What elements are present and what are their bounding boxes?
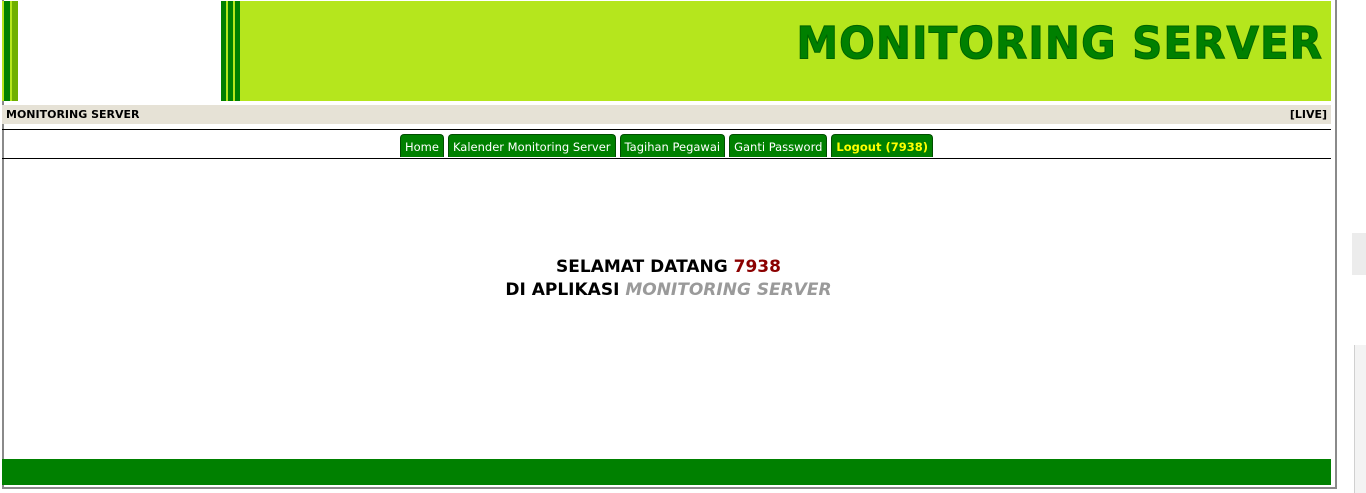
scrollbar-track[interactable] — [1354, 345, 1366, 493]
nav-tagihan-pegawai[interactable]: Tagihan Pegawai — [619, 134, 726, 157]
welcome-greeting: SELAMAT DATANG — [556, 257, 728, 277]
app-title: MONITORING SERVER — [796, 17, 1323, 70]
page-edge-strip — [1352, 233, 1366, 275]
live-status-badge: [LIVE] — [1289, 108, 1327, 121]
info-bar: MONITORING SERVER [LIVE] — [2, 105, 1331, 124]
nav-home[interactable]: Home — [400, 134, 444, 157]
info-bar-app-name: MONITORING SERVER — [6, 108, 140, 121]
welcome-line-2: DI APLIKASI MONITORING SERVER — [0, 279, 1337, 302]
header-banner: MONITORING SERVER — [2, 1, 1331, 101]
nav-kalender-monitoring-server[interactable]: Kalender Monitoring Server — [447, 134, 616, 157]
welcome-user-id: 7938 — [733, 257, 781, 277]
nav-logout[interactable]: Logout (7938) — [831, 134, 933, 157]
nav-divider-bottom — [2, 158, 1331, 159]
welcome-app-name: MONITORING SERVER — [625, 280, 832, 300]
nav-divider-top — [2, 129, 1331, 130]
welcome-message: SELAMAT DATANG 7938 DI APLIKASI MONITORI… — [0, 256, 1337, 302]
nav-ganti-password[interactable]: Ganti Password — [729, 134, 828, 157]
logo-area — [18, 1, 221, 101]
banner-stripe — [235, 1, 240, 101]
welcome-app-prefix: DI APLIKASI — [505, 280, 620, 300]
footer-bar — [2, 459, 1331, 485]
welcome-line-1: SELAMAT DATANG 7938 — [0, 256, 1337, 279]
main-nav: Home Kalender Monitoring Server Tagihan … — [0, 131, 1333, 157]
